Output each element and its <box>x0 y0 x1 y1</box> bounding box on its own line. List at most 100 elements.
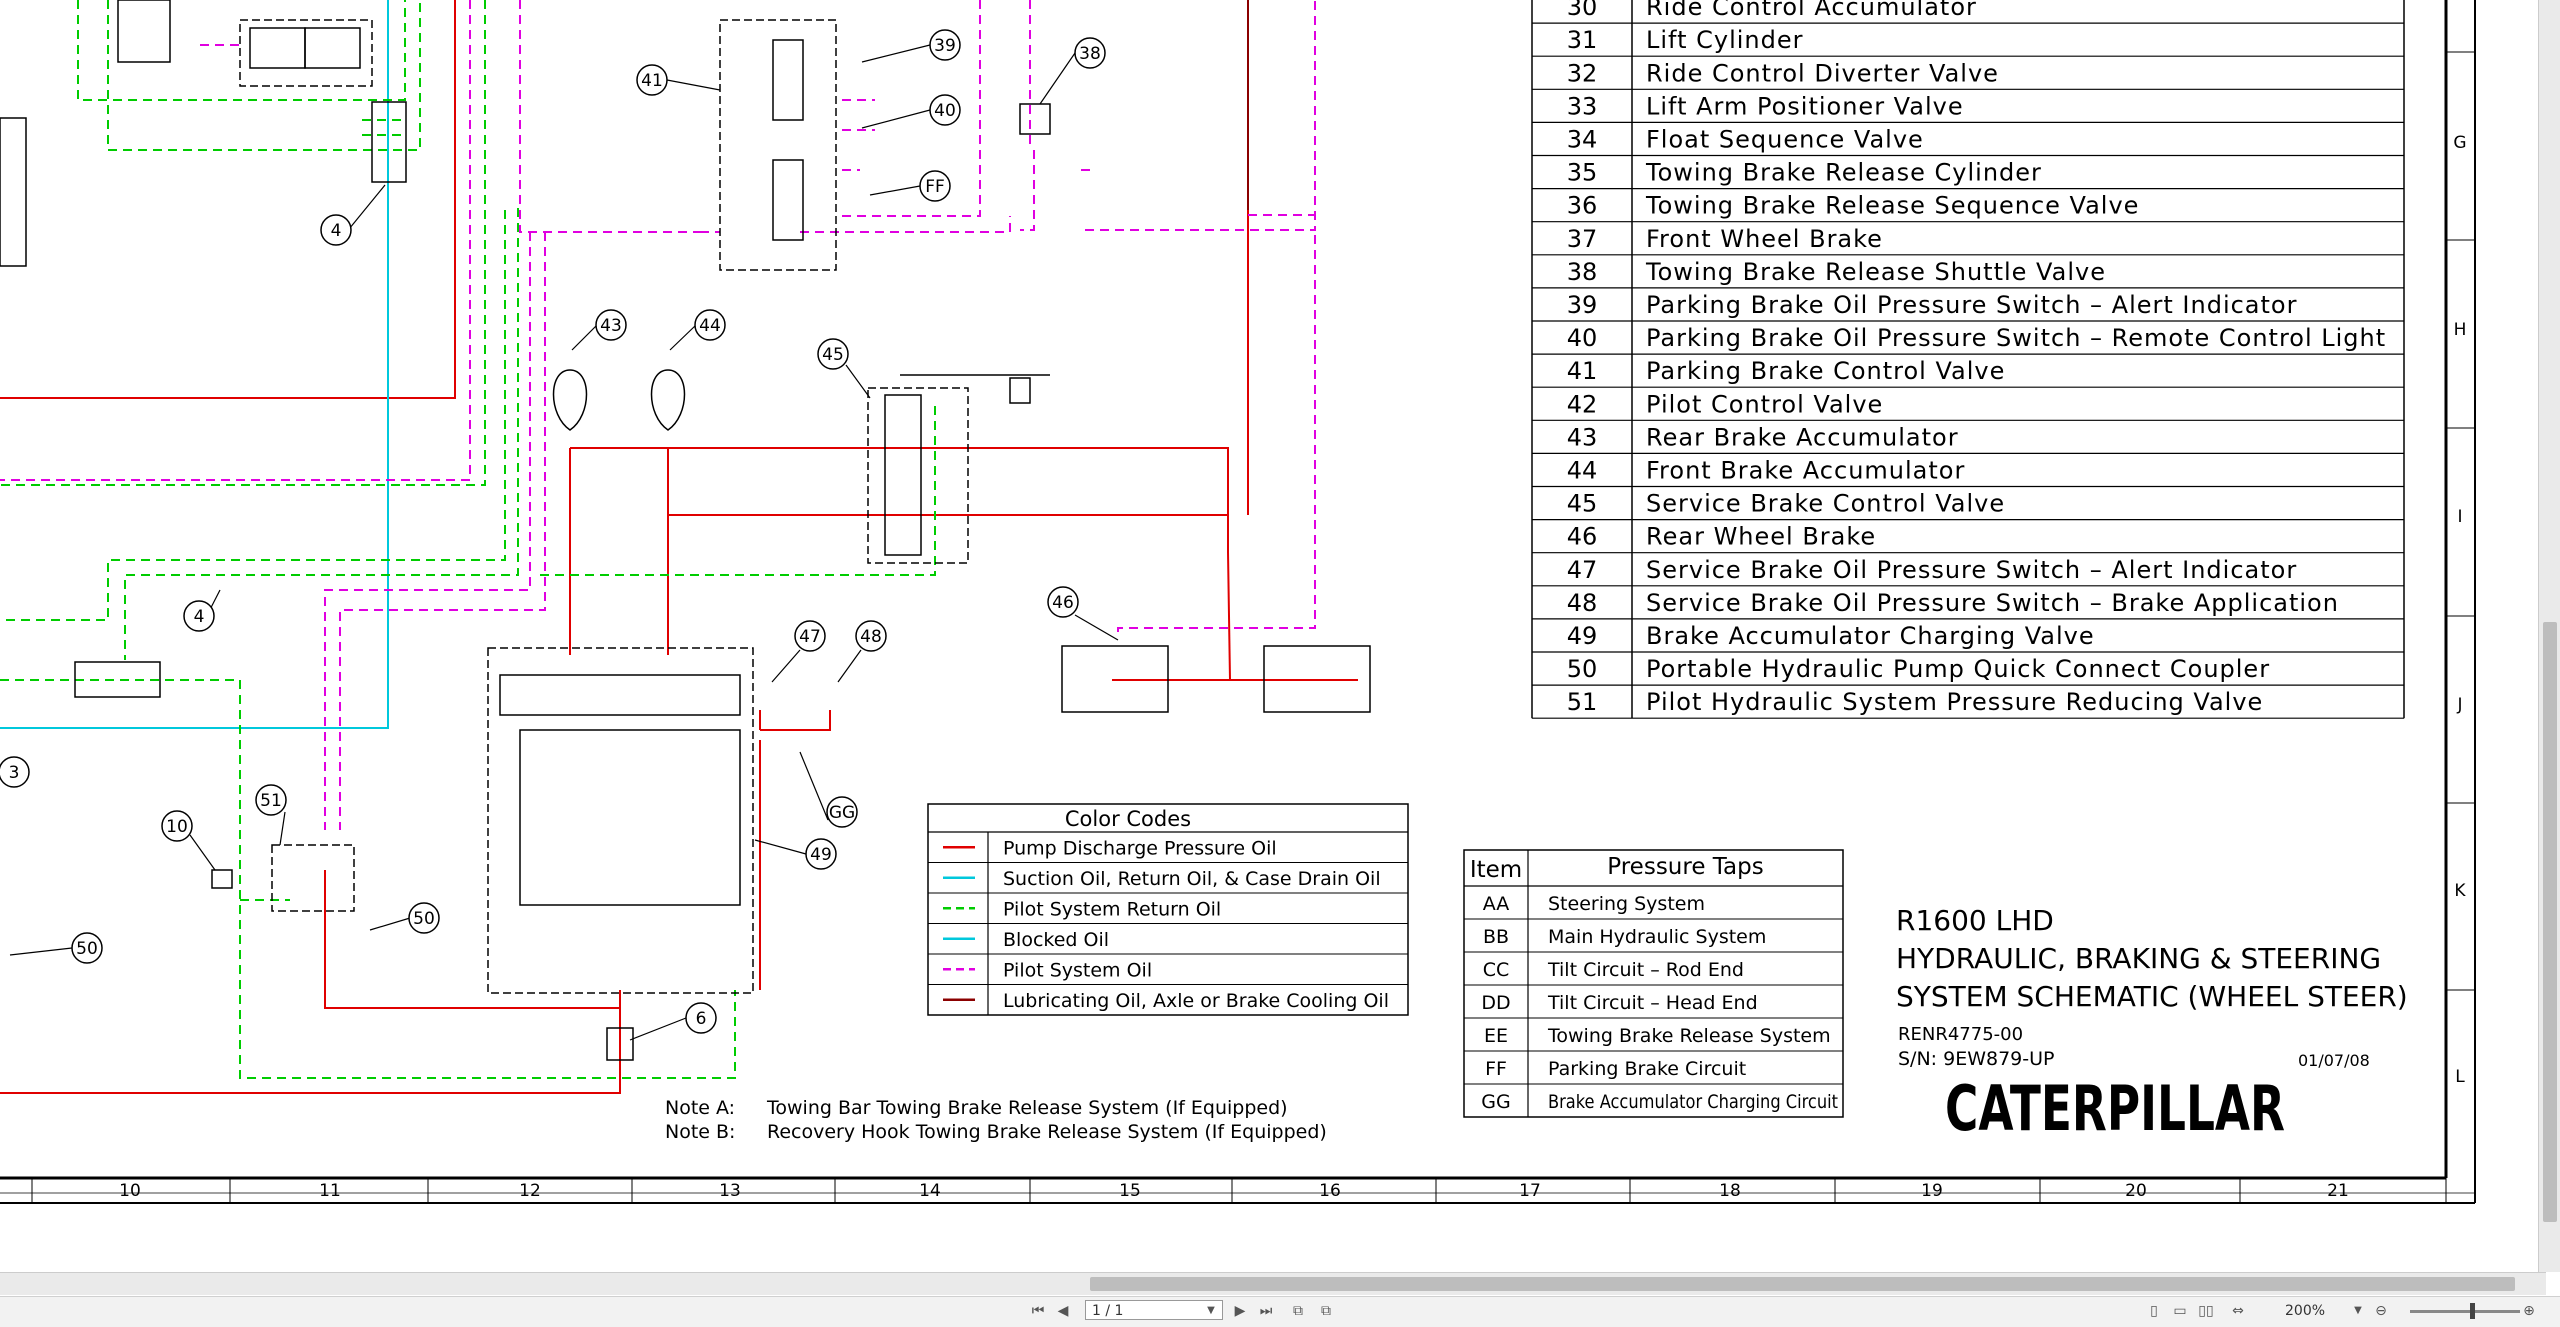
pressure-taps-table: Item Pressure Taps AA Steering System BB Main… <box>1463 849 1844 1118</box>
zoom-dropdown-icon[interactable]: ▼ <box>2352 1301 2364 1321</box>
pressure-tap-row: AA Steering System <box>1483 893 1705 915</box>
taps-col-desc: Pressure Taps <box>1607 854 1763 880</box>
vertical-scrollbar[interactable] <box>2538 0 2560 1272</box>
part-description: Parking Brake Oil Pressure Switch – Remo… <box>1646 324 2386 352</box>
border-column-label: 20 <box>2125 1181 2147 1201</box>
page-view-icon[interactable]: ⧉ <box>1316 1301 1336 1321</box>
part-number: 50 <box>1567 655 1598 683</box>
zoom-in-icon[interactable]: ⊕ <box>2520 1301 2538 1321</box>
part-description: Service Brake Oil Pressure Switch – Aler… <box>1646 556 2297 584</box>
next-page-icon[interactable]: ▶ <box>1232 1301 1248 1321</box>
part-number: 38 <box>1567 258 1598 286</box>
border-column-label: 11 <box>319 1181 341 1201</box>
continuous-view-icon[interactable]: ▭ <box>2170 1301 2190 1321</box>
tap-description: Tilt Circuit – Rod End <box>1547 959 1744 981</box>
part-number: 49 <box>1567 622 1598 650</box>
part-description: Ride Control Diverter Valve <box>1646 59 1999 87</box>
note-b-label: Note B: <box>665 1121 735 1143</box>
last-page-icon[interactable]: ⏭ <box>1258 1301 1274 1321</box>
border-column-label: 19 <box>1921 1181 1943 1201</box>
border-column-label: 13 <box>719 1181 741 1201</box>
callout-label: 3 <box>9 763 20 783</box>
tap-description: Brake Accumulator Charging Circuit <box>1548 1091 1838 1113</box>
part-number: 41 <box>1567 357 1598 385</box>
border-column-label: 16 <box>1319 1181 1341 1201</box>
vertical-scroll-thumb[interactable] <box>2543 622 2557 1222</box>
part-description: Service Brake Control Valve <box>1646 490 2005 518</box>
border-column-label: 15 <box>1119 1181 1141 1201</box>
pressure-tap-row: CC Tilt Circuit – Rod End <box>1483 959 1744 981</box>
pressure-tap-row: DD Tilt Circuit – Head End <box>1481 992 1757 1014</box>
border-row-labels: G H I J K L <box>2446 51 2475 1087</box>
parts-table-row: 46 Rear Wheel Brake <box>1567 523 1876 551</box>
callout-label: 47 <box>799 627 821 647</box>
parts-table-row: 49 Brake Accumulator Charging Valve <box>1567 622 2095 650</box>
callout-label: 49 <box>810 845 832 865</box>
part-description: Service Brake Oil Pressure Switch – Brak… <box>1646 589 2339 617</box>
part-number: 51 <box>1567 688 1598 716</box>
schematic-sheet: 10 11 12 13 14 15 16 17 18 19 20 21 G H I J K L <box>0 0 2476 1204</box>
callout-label: 4 <box>331 221 342 241</box>
part-description: Rear Wheel Brake <box>1646 523 1876 551</box>
zoom-slider-handle[interactable] <box>2470 1303 2475 1319</box>
part-number: 31 <box>1567 26 1598 54</box>
callout-label: 4 <box>194 607 205 627</box>
title-line-2: HYDRAULIC, BRAKING & STEERING <box>1896 942 2381 975</box>
first-page-icon[interactable]: ⏮ <box>1030 1301 1046 1321</box>
previous-page-icon[interactable]: ◀ <box>1055 1301 1071 1321</box>
callout-label: GG <box>829 803 855 823</box>
part-description: Parking Brake Oil Pressure Switch – Aler… <box>1646 291 2297 319</box>
pressure-tap-row: GG Brake Accumulator Charging Circuit <box>1481 1091 1838 1113</box>
part-description: Float Sequence Valve <box>1646 126 1924 154</box>
horizontal-scrollbar[interactable] <box>0 1272 2546 1295</box>
color-code-label: Pilot System Oil <box>1003 959 1152 981</box>
border-column-label: 12 <box>519 1181 541 1201</box>
border-column-label: 21 <box>2327 1181 2349 1201</box>
part-description: Towing Brake Release Sequence Valve <box>1645 192 2139 220</box>
callout-label: 48 <box>860 627 882 647</box>
border-row-label: G <box>2453 133 2466 153</box>
parts-table-row: 34 Float Sequence Valve <box>1567 126 1924 154</box>
part-number: 44 <box>1567 457 1598 485</box>
drawing-date: 01/07/08 <box>2298 1051 2370 1070</box>
parts-table-row: 37 Front Wheel Brake <box>1567 225 1883 253</box>
part-number: 40 <box>1567 324 1598 352</box>
note-a-label: Note A: <box>665 1097 735 1119</box>
part-number: 37 <box>1567 225 1598 253</box>
callout-label: 51 <box>260 791 282 811</box>
note-a-text: Towing Bar Towing Brake Release System (… <box>766 1097 1288 1119</box>
part-description: Lift Arm Positioner Valve <box>1646 92 1964 120</box>
callout-label: 38 <box>1079 44 1101 64</box>
part-description: Towing Brake Release Cylinder <box>1645 159 2042 187</box>
color-code-label: Pilot System Return Oil <box>1003 898 1221 920</box>
horizontal-scroll-thumb[interactable] <box>1090 1277 2515 1291</box>
serial-number: S/N: 9EW879-UP <box>1898 1048 2054 1070</box>
parts-table-row: 38 Towing Brake Release Shuttle Valve <box>1567 258 2106 286</box>
tap-item: GG <box>1481 1091 1510 1113</box>
zoom-slider[interactable] <box>2410 1310 2520 1313</box>
facing-view-icon[interactable]: ▯▯ <box>2196 1301 2216 1321</box>
page-number-input[interactable]: 1 / 1 <box>1085 1300 1223 1320</box>
zoom-out-icon[interactable]: ⊖ <box>2372 1301 2390 1321</box>
part-description: Front Wheel Brake <box>1646 225 1883 253</box>
part-number: 46 <box>1567 523 1598 551</box>
callout-label: 44 <box>699 316 721 336</box>
fit-width-icon[interactable]: ⇔ <box>2228 1301 2248 1321</box>
copy-page-icon[interactable]: ⧉ <box>1288 1301 1308 1321</box>
border-column-labels: 10 11 12 13 14 15 16 17 18 19 20 21 <box>31 1178 2447 1203</box>
part-description: Towing Brake Release Shuttle Valve <box>1645 258 2106 286</box>
color-code-label: Lubricating Oil, Axle or Brake Cooling O… <box>1003 990 1389 1012</box>
page-dropdown-icon[interactable]: ▼ <box>1205 1301 1217 1321</box>
pdf-viewer: 10 11 12 13 14 15 16 17 18 19 20 21 G H I J K L <box>0 0 2560 1327</box>
pressure-tap-row: FF Parking Brake Circuit <box>1485 1058 1746 1080</box>
parts-table-row: 33 Lift Arm Positioner Valve <box>1567 92 1964 120</box>
part-description: Pilot Control Valve <box>1646 390 1883 418</box>
callout-label: 50 <box>413 909 435 929</box>
single-page-view-icon[interactable]: ▯ <box>2144 1301 2164 1321</box>
zoom-level[interactable]: 200% <box>2285 1301 2325 1321</box>
part-description: Brake Accumulator Charging Valve <box>1646 622 2095 650</box>
pressure-tap-row: BB Main Hydraulic System <box>1483 926 1766 948</box>
border-row-label: K <box>2454 881 2466 901</box>
parts-table-row: 47 Service Brake Oil Pressure Switch – Al… <box>1567 556 2297 584</box>
callout-label: 50 <box>76 939 98 959</box>
